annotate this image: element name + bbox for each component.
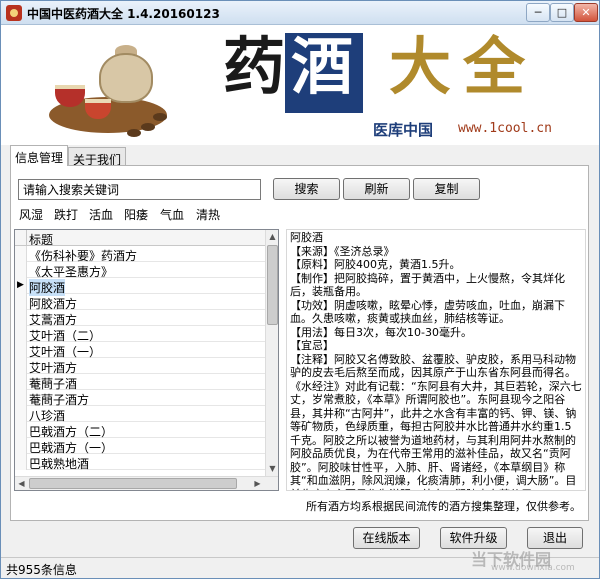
- category-link-rheumatism[interactable]: 风湿: [19, 206, 43, 223]
- list-item[interactable]: 巴戟酒方（一）: [15, 438, 265, 455]
- list-item[interactable]: 《伤科补要》药酒方: [15, 246, 265, 263]
- minimize-button[interactable]: ─: [526, 3, 550, 22]
- title-bar[interactable]: 中国中医药酒大全 1.4.20160123 ─ □ ✕: [1, 1, 599, 25]
- banner-subtitle: 医库中国: [373, 121, 434, 139]
- category-link-trauma[interactable]: 跌打: [54, 206, 78, 223]
- banner-url: www.1cool.cn: [458, 121, 552, 136]
- list-horizontal-scrollbar[interactable]: ◀ ▶: [15, 476, 278, 490]
- vertical-scroll-thumb[interactable]: [267, 245, 278, 325]
- category-link-blood-circulation[interactable]: 活血: [89, 206, 113, 223]
- banner-char-1: 药: [223, 30, 286, 103]
- scroll-left-icon[interactable]: ◀: [15, 477, 28, 490]
- online-version-button[interactable]: 在线版本: [353, 527, 420, 549]
- disclaimer-text: 所有酒方均系根据民间流传的酒方搜集整理，仅供参考。: [306, 500, 581, 513]
- close-button[interactable]: ✕: [574, 3, 598, 22]
- list-item-selected[interactable]: ▶ 阿胶酒: [15, 278, 265, 296]
- horizontal-scroll-thumb[interactable]: [29, 478, 237, 489]
- window-title: 中国中医药酒大全 1.4.20160123: [27, 7, 220, 21]
- recipe-detail-text: 阿胶酒 【来源】《圣济总录》 【原料】阿胶400克，黄酒1.5升。 【制作】把阿…: [290, 231, 582, 490]
- tab-strip: 信息管理 关于我们: [1, 145, 599, 167]
- banner-char-4: 全: [463, 30, 526, 103]
- scroll-down-icon[interactable]: ▼: [266, 462, 278, 476]
- scroll-right-icon[interactable]: ▶: [251, 477, 264, 490]
- list-item[interactable]: 艾蒿酒方: [15, 310, 265, 327]
- teaset-image: [41, 39, 173, 139]
- header-banner: 药 酒 大 全 医库中国 www.1cool.cn: [1, 25, 599, 145]
- list-vertical-scrollbar[interactable]: ▲ ▼: [265, 230, 278, 477]
- maximize-button[interactable]: □: [550, 3, 574, 22]
- category-link-impotence[interactable]: 阳痿: [124, 206, 148, 223]
- status-count: 共955条信息: [6, 563, 77, 577]
- list-item[interactable]: 八珍酒: [15, 406, 265, 423]
- app-icon: [6, 5, 22, 21]
- row-selected-icon: ▶: [15, 278, 27, 294]
- scroll-up-icon[interactable]: ▲: [266, 230, 278, 244]
- list-item[interactable]: 《太平圣惠方》: [15, 262, 265, 279]
- category-link-qi-blood[interactable]: 气血: [160, 206, 184, 223]
- app-window: 中国中医药酒大全 1.4.20160123 ─ □ ✕ 药 酒 大 全 医库中国…: [0, 0, 600, 579]
- recipe-list[interactable]: 标题 《伤科补要》药酒方 《太平圣惠方》 ▶ 阿胶酒 阿胶酒方 艾蒿酒方 艾叶酒（…: [14, 229, 279, 491]
- list-item[interactable]: 艾叶酒（二）: [15, 326, 265, 343]
- copy-button[interactable]: 复制: [413, 178, 480, 200]
- tab-about-us[interactable]: 关于我们: [68, 147, 127, 167]
- banner-char-2: 酒: [291, 30, 354, 103]
- search-button[interactable]: 搜索: [273, 178, 340, 200]
- list-item[interactable]: 巴戟酒方（二）: [15, 422, 265, 439]
- tab-info-management[interactable]: 信息管理: [10, 145, 69, 166]
- list-item[interactable]: 巴戟熟地酒: [15, 454, 265, 471]
- watermark-url: www.downxia.com: [491, 563, 575, 573]
- search-input[interactable]: [18, 179, 261, 200]
- banner-char-3: 大: [389, 30, 452, 103]
- list-item[interactable]: 艾叶酒（一）: [15, 342, 265, 359]
- list-item[interactable]: 艾叶酒方: [15, 358, 265, 375]
- list-header[interactable]: 标题: [15, 230, 265, 247]
- list-item[interactable]: 菴蔄子酒方: [15, 390, 265, 407]
- list-item[interactable]: 菴蔄子酒: [15, 374, 265, 391]
- list-item[interactable]: 阿胶酒方: [15, 294, 265, 311]
- refresh-button[interactable]: 刷新: [343, 178, 410, 200]
- recipe-detail-textbox[interactable]: 阿胶酒 【来源】《圣济总录》 【原料】阿胶400克，黄酒1.5升。 【制作】把阿…: [286, 229, 586, 491]
- category-link-clear-heat[interactable]: 清热: [196, 206, 220, 223]
